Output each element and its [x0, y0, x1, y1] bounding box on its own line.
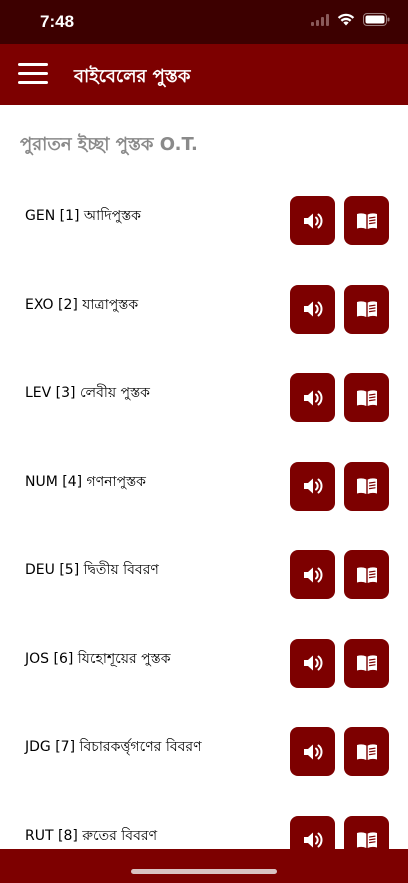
list-item[interactable]: GEN [1] আদিপুস্তক — [0, 172, 408, 261]
audio-button[interactable] — [290, 550, 335, 599]
app-title: বাইবেলের পুস্তক — [74, 66, 191, 87]
bottom-bar — [0, 849, 408, 883]
book-icon — [356, 389, 377, 406]
list-item[interactable]: JOS [6] যিহোশূয়ের পুস্তক — [0, 615, 408, 704]
wifi-icon — [337, 13, 355, 26]
speaker-icon — [303, 567, 322, 582]
read-button[interactable] — [344, 373, 389, 422]
book-label: JOS [6] যিহোশূয়ের পুস্তক — [25, 650, 171, 667]
audio-button[interactable] — [290, 461, 335, 511]
home-indicator[interactable] — [131, 869, 277, 874]
speaker-icon — [303, 655, 322, 671]
list-item[interactable]: DEU [5] দ্বিতীয় বিবরণ — [0, 526, 408, 615]
read-button[interactable] — [344, 196, 389, 245]
book-label: GEN [1] আদিপুস্তক — [25, 208, 141, 225]
speaker-icon — [303, 213, 322, 228]
audio-button[interactable] — [290, 638, 335, 688]
audio-button[interactable] — [290, 727, 335, 776]
battery-icon — [363, 13, 390, 26]
hamburger-menu-icon[interactable] — [18, 63, 48, 85]
book-label: NUM [4] গণনাপুস্তক — [25, 473, 146, 490]
book-icon — [356, 743, 377, 760]
book-label: RUT [8] রুতের বিবরণ — [25, 827, 158, 844]
book-label: LEV [3] লেবীয় পুস্তক — [25, 385, 150, 402]
read-button[interactable] — [344, 284, 389, 334]
book-icon — [356, 566, 377, 583]
book-icon — [356, 832, 377, 848]
app-bar: বাইবেলের পুস্তক — [0, 44, 408, 105]
speaker-icon — [303, 832, 322, 848]
status-bar: 7:48 — [0, 0, 408, 44]
speaker-icon — [303, 478, 322, 494]
list-item[interactable]: EXO [2] যাত্রাপুস্তক — [0, 261, 408, 350]
book-list: GEN [1] আদিপুস্তক EXO [2] যাত্রাপুস্তক L… — [0, 172, 408, 880]
signal-icon — [311, 13, 329, 26]
speaker-icon — [303, 301, 322, 317]
book-label: EXO [2] যাত্রাপুস্তক — [25, 296, 139, 313]
book-label: DEU [5] দ্বিতীয় বিবরণ — [25, 562, 159, 579]
read-button[interactable] — [344, 638, 389, 688]
list-item[interactable]: NUM [4] গণনাপুস্তক — [0, 438, 408, 527]
audio-button[interactable] — [290, 196, 335, 245]
read-button[interactable] — [344, 461, 389, 511]
book-icon — [356, 478, 377, 494]
book-icon — [356, 301, 377, 317]
book-icon — [356, 212, 377, 229]
speaker-icon — [303, 390, 322, 405]
status-icons — [311, 13, 390, 26]
list-item[interactable]: JDG [7] বিচারকর্ত্তৃগণের বিবরণ — [0, 703, 408, 792]
book-icon — [356, 655, 377, 671]
read-button[interactable] — [344, 727, 389, 776]
read-button[interactable] — [344, 550, 389, 599]
audio-button[interactable] — [290, 373, 335, 422]
list-item[interactable]: LEV [3] লেবীয় পুস্তক — [0, 349, 408, 438]
book-label: JDG [7] বিচারকর্ত্তৃগণের বিবরণ — [25, 739, 202, 756]
status-time: 7:48 — [40, 12, 75, 31]
speaker-icon — [303, 744, 322, 759]
audio-button[interactable] — [290, 284, 335, 334]
section-heading: পুরাতন ইচ্ছা পুস্তক O.T. — [20, 134, 198, 155]
